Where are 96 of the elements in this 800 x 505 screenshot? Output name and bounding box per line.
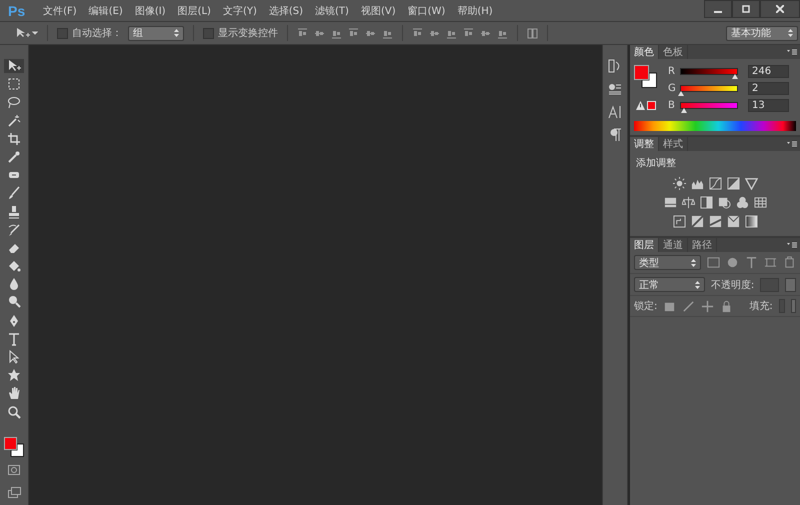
color-spectrum-bar[interactable] <box>634 121 796 131</box>
close-icon <box>776 5 784 13</box>
panel-heading: 添加调整 <box>635 156 677 171</box>
stamp-tool-icon[interactable] <box>7 204 21 218</box>
channel-value-field[interactable]: 2 <box>748 82 789 94</box>
align-left-icon[interactable] <box>348 28 359 38</box>
gradient-map-icon[interactable] <box>744 215 758 228</box>
gamut-warning-icon[interactable] <box>636 101 645 110</box>
zoom-tool-icon[interactable] <box>7 404 21 419</box>
foreground-color-swatch[interactable] <box>4 436 17 450</box>
curves-icon[interactable] <box>708 177 722 190</box>
panel-tab[interactable]: 样式 <box>659 137 688 151</box>
menu-item[interactable]: 图层(L) <box>172 4 217 18</box>
panel-tab[interactable]: 通道 <box>659 238 688 252</box>
menu-item[interactable]: 帮助(H) <box>451 4 499 18</box>
opacity-label: 不透明度: <box>710 278 754 292</box>
lock-label: 锁定: <box>634 300 658 313</box>
spinner-arrows-icon <box>174 29 179 37</box>
spinner-arrows-icon <box>788 29 793 37</box>
brightness-icon[interactable] <box>672 177 686 190</box>
app-logo: Ps <box>7 2 26 18</box>
eyedropper-tool-icon[interactable] <box>7 150 21 164</box>
menu-item[interactable]: 滤镜(T) <box>309 4 355 18</box>
channel-label: G <box>668 82 676 94</box>
panel-tab[interactable]: 路径 <box>688 238 717 252</box>
layer-filter-dropdown[interactable]: 类型 <box>634 255 701 270</box>
spinner-arrows-icon <box>694 280 700 288</box>
move-tool-icon[interactable] <box>7 59 21 73</box>
slider-thumb[interactable] <box>678 90 684 96</box>
character-icon[interactable] <box>608 105 622 119</box>
hand-tool-icon[interactable] <box>7 386 21 400</box>
maximize-button[interactable] <box>732 0 760 18</box>
paragraph-icon[interactable] <box>608 128 622 142</box>
lasso-tool-icon[interactable] <box>7 95 21 110</box>
brush-tool-icon[interactable] <box>7 186 21 200</box>
shape-filter-icon[interactable] <box>764 256 777 269</box>
balance-icon[interactable] <box>682 196 694 209</box>
move-tool-preset-icon[interactable] <box>16 27 38 39</box>
screen-mode-icon[interactable] <box>8 487 20 498</box>
menu-item[interactable]: 编辑(E) <box>82 4 129 18</box>
channel-value-field[interactable]: 13 <box>748 98 789 112</box>
triangle-icon[interactable] <box>744 177 758 190</box>
workspace-dropdown[interactable]: 基本功能 <box>726 26 798 40</box>
history-icon[interactable] <box>608 59 622 73</box>
panel-menu-icon[interactable] <box>787 141 797 147</box>
checkbox[interactable] <box>203 28 214 38</box>
panel-tab[interactable]: 调整 <box>630 137 659 151</box>
close-button[interactable] <box>760 0 800 18</box>
menu-item[interactable]: 视图(V) <box>354 4 402 18</box>
dropdown[interactable]: 组 <box>128 26 184 40</box>
shape-tool-icon[interactable] <box>7 368 21 382</box>
half-filled-square-icon[interactable] <box>700 196 712 209</box>
fill-field[interactable] <box>778 299 786 313</box>
paint-bucket-tool-icon[interactable] <box>7 259 21 274</box>
crop-tool-icon[interactable] <box>7 132 21 146</box>
checkbox-label: 自动选择： <box>72 26 122 40</box>
auto-align-icon[interactable] <box>527 28 538 38</box>
channel-label: R <box>668 66 676 76</box>
maximize-icon <box>742 5 750 13</box>
path-select-tool-icon[interactable] <box>7 350 21 364</box>
panel-tab[interactable]: 颜色 <box>630 45 659 59</box>
minimize-button[interactable] <box>704 0 732 18</box>
menu-item[interactable]: 窗口(W) <box>402 4 452 18</box>
channel-label: B <box>668 100 676 110</box>
pen-tool-icon[interactable] <box>7 314 21 328</box>
checkbox-label: 显示变换控件 <box>218 26 278 40</box>
align-top-icon[interactable] <box>297 28 308 38</box>
history-brush-tool-icon[interactable] <box>7 222 21 237</box>
opacity-field[interactable] <box>760 278 779 292</box>
panel-menu-icon[interactable] <box>787 49 797 55</box>
slider-thumb[interactable] <box>680 108 687 112</box>
blend-mode-dropdown[interactable]: 正常 <box>634 277 705 292</box>
image-filter-icon[interactable] <box>707 256 720 269</box>
color-swatch[interactable] <box>647 101 656 110</box>
quick-mask-icon[interactable] <box>8 464 20 475</box>
text-filter-icon[interactable] <box>745 256 758 269</box>
channel-value-field[interactable]: 246 <box>748 64 789 78</box>
drop-tool-icon[interactable] <box>7 277 21 292</box>
marquee-tool-icon[interactable] <box>7 77 21 92</box>
type-tool-icon[interactable] <box>7 332 21 346</box>
foreground-color-swatch[interactable] <box>634 65 649 80</box>
panel-menu-icon[interactable] <box>787 242 797 248</box>
magic-wand-tool-icon[interactable] <box>7 114 21 128</box>
properties-icon[interactable] <box>608 82 622 96</box>
menu-item[interactable]: 文件(F) <box>37 4 83 18</box>
spinner-arrows-icon <box>691 258 696 266</box>
panel-tab[interactable]: 色板 <box>659 45 688 59</box>
checkbox[interactable] <box>57 28 68 38</box>
panel-tab[interactable]: 图层 <box>630 238 659 252</box>
menu-item[interactable]: 选择(S) <box>262 4 310 18</box>
fill-label: 填充: <box>749 300 773 313</box>
slider-thumb[interactable] <box>732 74 738 78</box>
distribute-left-icon[interactable] <box>463 28 474 38</box>
distribute-top-icon[interactable] <box>412 28 423 38</box>
menu-item[interactable]: 图像(I) <box>128 4 172 18</box>
menu-item[interactable]: 文字(Y) <box>216 4 263 18</box>
